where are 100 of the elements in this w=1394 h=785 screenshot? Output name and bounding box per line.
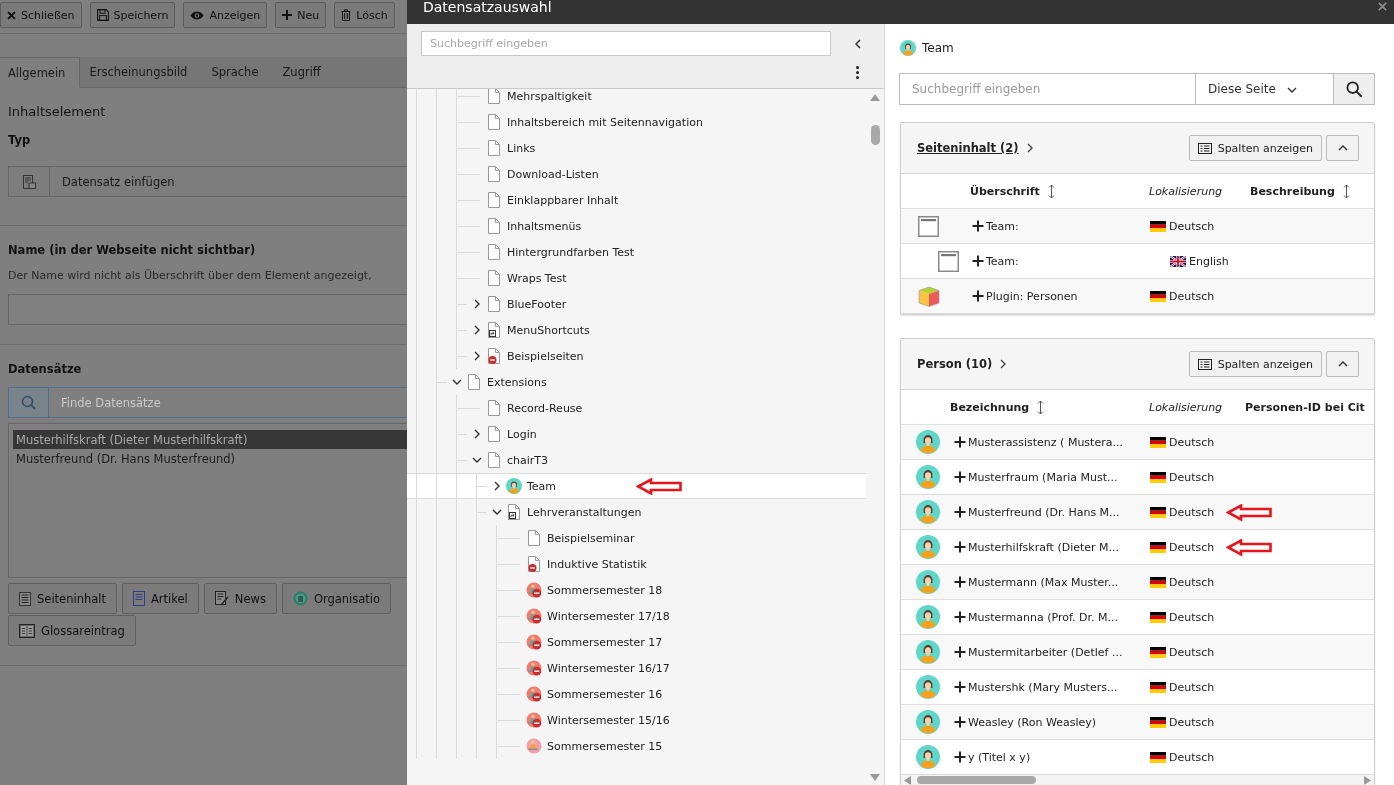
tree-item[interactable]: Inhaltsbereich mit Seitennavigation <box>407 109 866 135</box>
chevron-left-icon[interactable] <box>854 38 861 49</box>
tree-item[interactable]: Links <box>407 135 866 161</box>
chevron-right-icon[interactable] <box>474 429 480 439</box>
search-field[interactable]: Finde Datensätze <box>49 387 407 418</box>
tree-item[interactable]: chairT3 <box>407 447 866 473</box>
chevron-down-icon[interactable] <box>472 457 482 463</box>
plus-icon <box>954 471 966 483</box>
save-button[interactable]: Speichern <box>89 2 176 28</box>
record-item[interactable]: Musterfreund (Dr. Hans Musterfreund) <box>13 449 407 468</box>
show-columns-button[interactable]: Spalten anzeigen <box>1188 351 1322 377</box>
tree-item[interactable]: BlueFooter <box>407 291 866 317</box>
tree-item[interactable]: Wintersemester 15/16 <box>407 707 866 733</box>
chevron-right-icon[interactable] <box>474 299 480 309</box>
add-record-button[interactable]: Glossareintrag <box>8 615 136 646</box>
tab[interactable]: Erscheinungsbild <box>80 57 203 87</box>
tab[interactable]: Allgemein <box>0 57 81 88</box>
scrollbar-thumb[interactable] <box>917 776 1036 784</box>
scope-select[interactable]: Diese Seite <box>1195 73 1334 105</box>
horizontal-scrollbar[interactable] <box>901 775 1374 785</box>
scroll-up-icon[interactable] <box>870 94 880 101</box>
vertical-dots-icon[interactable] <box>856 65 859 79</box>
search-field[interactable]: Suchbegriff eingeben <box>421 31 831 56</box>
add-record-button[interactable]: Organisatio <box>281 583 392 614</box>
chevron-down-icon[interactable] <box>492 509 502 515</box>
tree-item[interactable]: Sommersemester 16 <box>407 681 866 707</box>
add-record-link[interactable]: Musterfreund (Dr. Hans M... <box>954 505 1120 519</box>
circle-building-icon <box>292 591 308 606</box>
tree-item[interactable]: Sommersemester 18 <box>407 577 866 603</box>
add-record-link[interactable]: Team: <box>972 254 1019 268</box>
search-field[interactable]: Suchbegriff eingeben <box>899 73 1195 105</box>
chevron-right-icon[interactable] <box>494 481 500 491</box>
tree-item[interactable]: Wraps Test <box>407 265 866 291</box>
document-box-icon <box>22 174 36 189</box>
add-record-link[interactable]: y (Titel x y) <box>954 750 1031 764</box>
chevron-down-icon[interactable] <box>452 379 462 385</box>
scrollbar-thumb[interactable] <box>870 125 880 145</box>
column-heading[interactable]: Bezeichnung <box>950 399 1149 415</box>
tree-item[interactable]: Einklappbarer Inhalt <box>407 187 866 213</box>
tab[interactable]: Sprache <box>202 57 274 87</box>
plus-icon <box>972 290 984 302</box>
person-avatar-icon <box>916 570 940 594</box>
add-record-link[interactable]: Weasley (Ron Weasley) <box>954 715 1097 729</box>
chevron-right-icon[interactable] <box>1026 143 1033 153</box>
type-select[interactable]: Datensatz einfügen <box>8 166 407 197</box>
column-heading[interactable]: Überschrift <box>970 183 1149 199</box>
table-title-link[interactable]: Seiteninhalt (2) <box>917 141 1019 155</box>
field-label: Name (in der Webseite nicht sichtbar) <box>8 243 257 257</box>
tree-item[interactable]: Sommersemester 17 <box>407 629 866 655</box>
tree-item[interactable]: Inhaltsmenüs <box>407 213 866 239</box>
german-flag-icon <box>1150 751 1166 763</box>
tree-item[interactable]: Hintergrundfarben Test <box>407 239 866 265</box>
tree-item[interactable]: Sommersemester 15 <box>407 733 866 759</box>
add-record-link[interactable]: Mustermann (Max Muster... <box>954 575 1119 589</box>
table-title-link[interactable]: Person (10) <box>917 357 993 371</box>
tree-item[interactable]: Lehrveranstaltungen <box>407 499 866 525</box>
add-record-link[interactable]: Musterhilfskraft (Dieter M... <box>954 540 1120 554</box>
tree-item[interactable]: Login <box>407 421 866 447</box>
close-icon[interactable] <box>1378 2 1387 11</box>
column-heading[interactable]: Beschreibung <box>1250 183 1374 199</box>
add-record-link[interactable]: Musterfraum (Maria Must... <box>954 470 1118 484</box>
delete-button[interactable]: Lösch <box>334 2 395 28</box>
tree-item[interactable]: Beispielseminar <box>407 525 866 551</box>
add-record-link[interactable]: Musterassistenz ( Mustera... <box>954 435 1123 449</box>
close-button[interactable]: Schließen <box>0 2 82 28</box>
language-label: Deutsch <box>1169 575 1215 589</box>
search-button[interactable] <box>1334 73 1375 105</box>
tree-item[interactable]: Record-Reuse <box>407 395 866 421</box>
record-item[interactable]: Musterhilfskraft (Dieter Musterhilfskraft) <box>13 430 407 449</box>
person-avatar-icon <box>916 640 940 664</box>
tree-item[interactable]: Download-Listen <box>407 161 866 187</box>
chevron-right-icon[interactable] <box>1000 359 1007 369</box>
input-field[interactable] <box>8 294 407 325</box>
collapse-button[interactable] <box>1326 351 1359 377</box>
show-columns-button[interactable]: Spalten anzeigen <box>1188 135 1322 161</box>
add-record-link[interactable]: Plugin: Personen <box>972 289 1078 303</box>
german-flag-icon <box>1150 506 1166 518</box>
add-record-link[interactable]: Mustermanna (Prof. Dr. M... <box>954 610 1118 624</box>
tree-item[interactable]: Wintersemester 17/18 <box>407 603 866 629</box>
tree-item[interactable]: Wintersemester 16/17 <box>407 655 866 681</box>
add-record-button[interactable]: Seiteninhalt <box>8 583 117 614</box>
new-button[interactable]: Neu <box>275 2 327 28</box>
add-record-link[interactable]: Mustershk (Mary Musters... <box>954 680 1118 694</box>
scroll-down-icon[interactable] <box>870 774 880 781</box>
person-avatar-icon <box>900 40 916 56</box>
add-record-link[interactable]: Team: <box>972 219 1019 233</box>
tab[interactable]: Zugriff <box>273 57 336 87</box>
collapse-button[interactable] <box>1326 135 1359 161</box>
tree-item[interactable]: Extensions <box>407 369 866 395</box>
add-record-link[interactable]: Mustermitarbeiter (Detlef ... <box>954 645 1123 659</box>
german-flag-icon <box>1150 541 1166 553</box>
tree-item[interactable]: Team <box>407 473 866 499</box>
add-record-button[interactable]: News <box>203 583 277 614</box>
add-record-button[interactable]: Artikel <box>121 583 199 614</box>
chevron-right-icon[interactable] <box>474 351 480 361</box>
tree-item[interactable]: Beispielseiten <box>407 343 866 369</box>
chevron-right-icon[interactable] <box>474 325 480 335</box>
tree-item[interactable]: MenuShortcuts <box>407 317 866 343</box>
view-button[interactable]: Anzeigen <box>183 2 268 28</box>
tree-item[interactable]: Induktive Statistik <box>407 551 866 577</box>
